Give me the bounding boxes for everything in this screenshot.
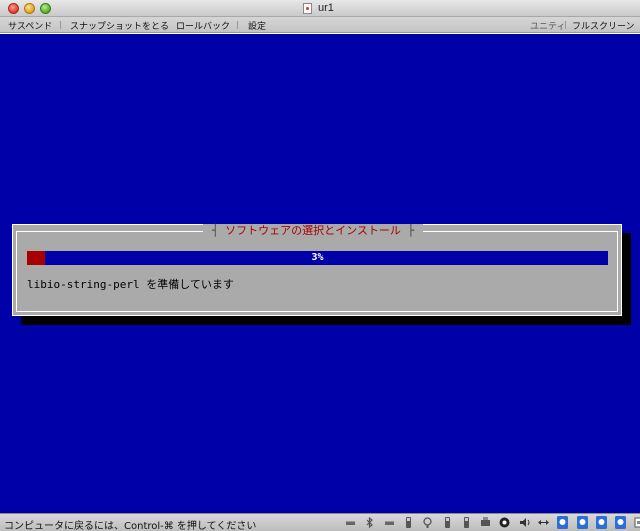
dialog-title-text: ソフトウェアの選択とインストール	[225, 224, 401, 237]
progress-label: 3%	[311, 252, 324, 263]
zoom-window-button[interactable]	[40, 3, 51, 14]
vm-document-icon	[303, 3, 312, 14]
fullscreen-button[interactable]: フルスクリーン	[572, 19, 635, 32]
dialog-frame	[16, 231, 618, 312]
hard-disk-icon[interactable]	[383, 516, 396, 529]
usb-device-icon[interactable]	[595, 516, 608, 529]
title-bracket-left: ┤	[211, 224, 226, 237]
unity-button[interactable]: ユニティ	[530, 19, 565, 32]
dialog-title: ┤ ソフトウェアの選択とインストール ├	[203, 224, 423, 238]
close-window-button[interactable]	[8, 3, 19, 14]
title-bracket-right: ├	[400, 224, 415, 237]
toolbar-divider	[60, 21, 61, 29]
release-hint: コンピュータに戻るには、Control-⌘ を押してください	[4, 521, 257, 531]
hard-disk-icon[interactable]	[344, 516, 357, 529]
toolbar-divider	[565, 21, 566, 29]
window-title: ur1	[318, 2, 334, 14]
settings-button[interactable]: 設定	[248, 19, 266, 32]
suspend-button[interactable]: サスペンド	[8, 19, 52, 32]
usb-drive-icon[interactable]	[460, 516, 473, 529]
speaker-icon[interactable]	[518, 516, 531, 529]
toolbar-divider	[237, 21, 238, 29]
vm-statusbar: コンピュータに戻るには、Control-⌘ を押してください	[0, 513, 640, 531]
window-titlebar: ur1	[0, 0, 640, 17]
usb-drive-icon[interactable]	[441, 516, 454, 529]
usb-device-icon[interactable]	[576, 516, 589, 529]
printer-icon[interactable]	[479, 516, 492, 529]
network-icon[interactable]	[537, 516, 550, 529]
install-progress-bar: 3%	[27, 251, 608, 265]
camera-icon[interactable]	[498, 516, 511, 529]
usb-device-icon[interactable]	[556, 516, 569, 529]
vm-toolbar: サスペンド スナップショットをとる ロールバック 設定 ユニティ フルスクリーン	[0, 17, 640, 33]
usb-device-icon[interactable]	[614, 516, 627, 529]
usb-drive-icon[interactable]	[402, 516, 415, 529]
install-status-text: libio-string-perl を準備しています	[27, 278, 234, 291]
webcam-icon[interactable]	[421, 516, 434, 529]
rollback-button[interactable]: ロールバック	[176, 19, 230, 32]
keyboard-icon[interactable]	[634, 516, 640, 529]
installer-dialog: ┤ ソフトウェアの選択とインストール ├	[12, 224, 622, 316]
bluetooth-icon[interactable]	[363, 516, 376, 529]
snapshot-button[interactable]: スナップショットをとる	[70, 19, 169, 32]
minimize-window-button[interactable]	[24, 3, 35, 14]
